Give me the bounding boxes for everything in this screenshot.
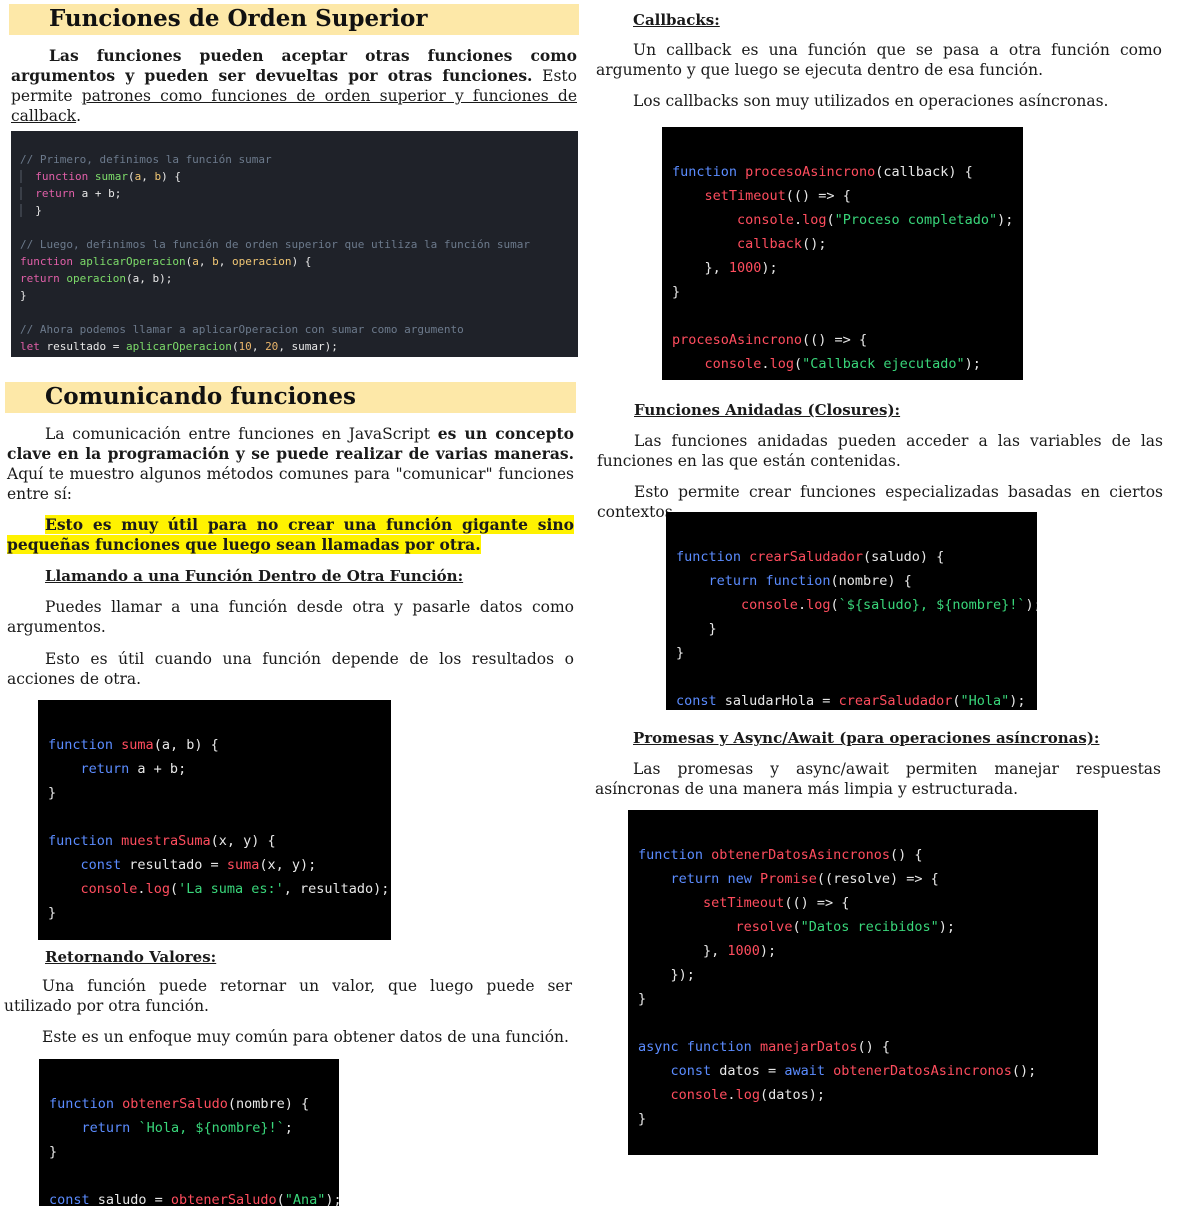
intro-link[interactable]: patrones como funciones de orden superio… [11,87,577,125]
code-line: }); [638,967,695,983]
code-line: function muestraSuma(x, y) { [48,833,276,849]
subheading-promesas: Promesas y Async/Await (para operaciones… [633,729,1100,747]
code-block-callback: function procesoAsincrono(callback) { se… [662,127,1023,380]
highlight-paragraph: Esto es muy útil para no crear una funci… [7,515,574,555]
code-line: } [48,785,57,801]
code-line: const saludarHola = crearSaludador("Hola… [676,693,1026,709]
code-line: }, 1000); [638,943,777,959]
section-title-text: Comunicando funciones [45,383,356,410]
code-line: console.log('La suma es:', resultado); [80,881,390,897]
code-line: function suma(a, b) { [48,737,219,753]
code-line: // Ahora podemos llamar a aplicarOperaci… [20,323,464,336]
code-line: return function(nombre) { [708,573,912,589]
llamando-paragraph-1: Puedes llamar a una función desde otra y… [7,598,574,636]
code-line: } [672,284,681,300]
closures-paragraph-1: Las funciones anidadas pueden acceder a … [597,432,1163,470]
code-line: // Primero, definimos la función sumar [20,153,272,166]
code-line: }, 1000); [672,260,778,276]
code-line: function obtenerDatosAsincronos() { [638,847,923,863]
subheading-llamando: Llamando a una Función Dentro de Otra Fu… [45,567,464,585]
code-line: // Luego, definimos la función de orden … [20,238,530,251]
code-line: }); [672,376,1013,380]
code-line: } [638,1111,647,1127]
code-line: console.log(`${saludo}, ${nombre}!`); [741,597,1037,613]
code-line: const resultado = suma(x, y); [80,857,317,873]
subheading-retornando: Retornando Valores: [45,948,217,966]
callbacks-paragraph-2: Los callbacks son muy utilizados en oper… [633,92,1109,110]
code-line: setTimeout(() => { [703,895,850,911]
code-line: } [48,905,57,921]
code-line: } [49,1144,58,1160]
callbacks-paragraph-1: Un callback es una función que se pasa a… [596,41,1162,79]
intro-bold-text: Las funciones pueden aceptar otras funci… [11,46,577,85]
code-line: } [638,991,647,1007]
code-line: return new Promise((resolve) => { [670,871,939,887]
code-block-saludo: function obtenerSaludo(nombre) { return … [39,1059,339,1206]
code-line: async function manejarDatos() { [638,1039,891,1055]
intro-paragraph: Las funciones pueden aceptar otras funci… [11,46,577,126]
code-line: function procesoAsincrono(callback) { [672,164,973,180]
communication-paragraph: La comunicación entre funciones en JavaS… [7,424,574,504]
code-line: const saludo = obtenerSaludo("Ana"); [49,1192,339,1206]
code-line: function obtenerSaludo(nombre) { [49,1096,310,1112]
code-block-promise: function obtenerDatosAsincronos() { retu… [628,810,1098,1155]
retornando-paragraph-2: Este es un enfoque muy común para obtene… [42,1028,569,1046]
intro-end: . [76,107,82,125]
code-line: function sumar(a, b) { [20,168,569,185]
code-line: console.log("Proceso completado"); [737,212,1014,228]
code-line: callback(); [737,236,827,252]
code-block-suma: function suma(a, b) { return a + b;} fun… [38,700,391,940]
code-line: } [676,621,717,637]
code-line: let resultado = aplicarOperacion(10, 20,… [20,340,338,353]
section-title-orden-superior: Funciones de Orden Superior [9,4,579,35]
code-line: } [20,289,27,302]
code-line: setTimeout(() => { [704,188,851,204]
subheading-callbacks: Callbacks: [633,11,720,29]
code-line: resolve("Datos recibidos"); [735,919,956,935]
code-line: console.log("Callback ejecutado"); [704,356,981,372]
llamando-paragraph-2: Esto es útil cuando una función depende … [7,650,574,688]
code-line: return a + b; [80,761,187,777]
code-block-sumar: // Primero, definimos la función sumar f… [11,131,578,357]
code-line: return `Hola, ${nombre}!`; [81,1120,293,1136]
text: La comunicación entre funciones en JavaS… [45,425,438,443]
code-line: } [20,202,569,219]
code-line: } [676,645,685,661]
text: Aquí te muestro algunos métodos comunes … [7,465,574,503]
code-line: console.log(resultado); // Debería mostr… [20,355,569,357]
highlighted-text: Esto es muy útil para no crear una funci… [7,515,574,554]
code-line: function crearSaludador(saludo) { [676,549,945,565]
retornando-paragraph-1: Una función puede retornar un valor, que… [4,977,572,1015]
subheading-closures: Funciones Anidadas (Closures): [634,401,901,419]
promesas-paragraph: Las promesas y async/await permiten mane… [595,760,1161,798]
code-line: procesoAsincrono(() => { [672,332,868,348]
code-line: return operacion(a, b); [20,272,173,285]
section-title-text: Funciones de Orden Superior [49,5,428,32]
code-block-closure: function crearSaludador(saludo) { return… [666,512,1037,710]
code-line: function aplicarOperacion(a, b, operacio… [20,255,312,268]
code-line: return a + b; [20,185,569,202]
section-title-comunicando: Comunicando funciones [5,382,576,413]
code-line: console.log(datos); [670,1087,825,1103]
code-line: const datos = await obtenerDatosAsincron… [670,1063,1037,1079]
